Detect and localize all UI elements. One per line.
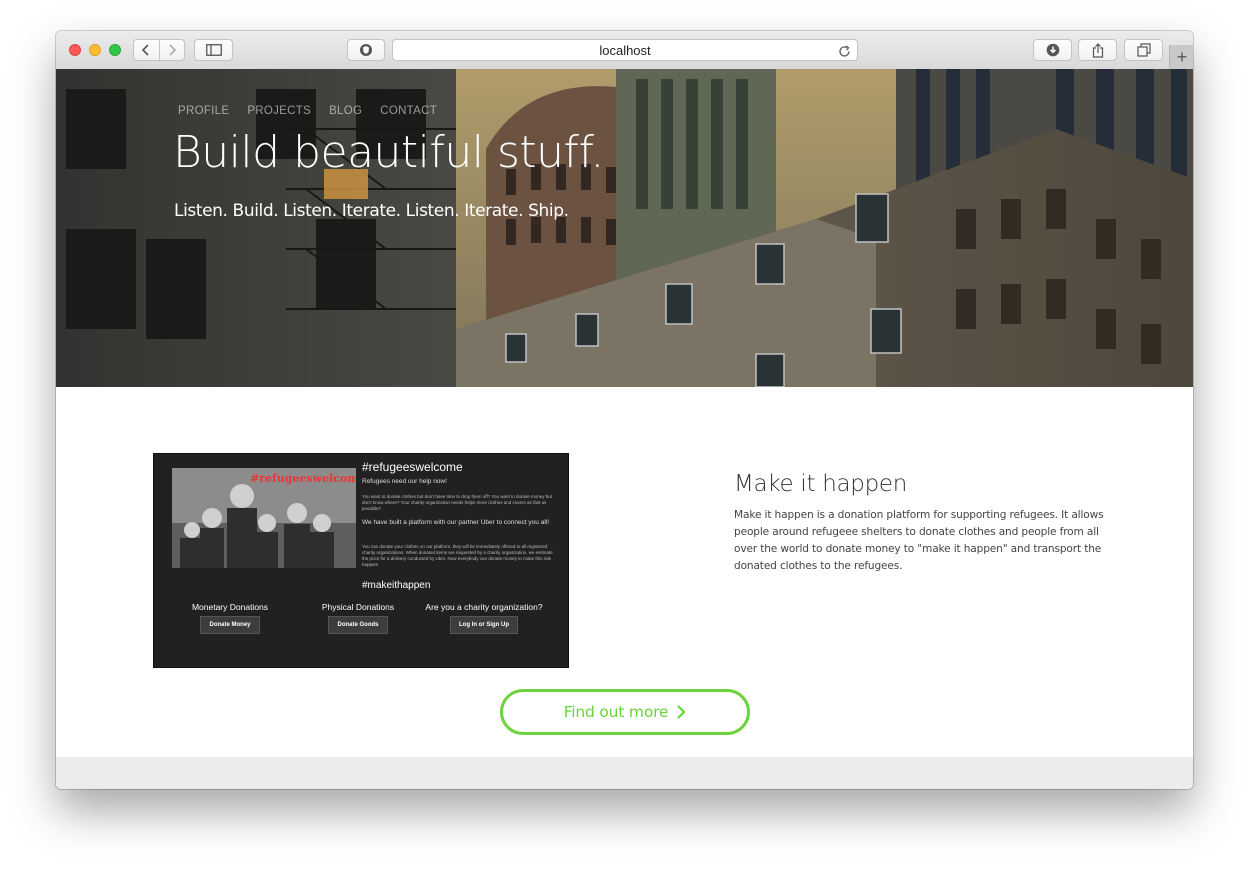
hero-title: Build beautiful stuff.	[173, 127, 604, 178]
sidebar-toggle-button[interactable]	[194, 39, 233, 61]
preview-heading: #refugeeswelcome	[362, 460, 463, 474]
preview-paragraph-3: You can donate your clothes on our platf…	[362, 544, 553, 567]
close-window-button[interactable]	[69, 44, 81, 56]
url-text: localhost	[599, 43, 651, 58]
project-title: Make it happen	[734, 471, 908, 497]
chevron-left-icon	[142, 44, 149, 56]
chevron-right-icon	[676, 704, 686, 720]
zoom-window-button[interactable]	[109, 44, 121, 56]
nav-item-projects[interactable]: PROJECTS	[247, 105, 311, 117]
privacy-shield-button[interactable]	[347, 39, 385, 61]
preview-charity-column: Are you a charity organization? Log In o…	[422, 602, 546, 634]
login-signup-button: Log In or Sign Up	[450, 616, 518, 634]
charity-label: Are you a charity organization?	[425, 602, 543, 612]
show-tabs-button[interactable]	[1124, 39, 1163, 61]
downloads-button[interactable]	[1033, 39, 1072, 61]
preview-hashtag: #makeithappen	[362, 580, 431, 591]
project-description: Make it happen is a donation platform fo…	[734, 509, 1104, 572]
nav-item-profile[interactable]: PROFILE	[178, 105, 229, 117]
history-navigation	[133, 39, 185, 61]
site-nav: PROFILE PROJECTS BLOG CONTACT	[178, 105, 455, 117]
nav-item-contact[interactable]: CONTACT	[380, 105, 437, 117]
reload-button[interactable]	[838, 43, 851, 62]
browser-toolbar: localhost +	[56, 31, 1193, 70]
hero-subtitle: Listen. Build. Listen. Iterate. Listen. …	[174, 201, 569, 221]
new-tab-button[interactable]: +	[1169, 45, 1193, 69]
nav-item-blog[interactable]: BLOG	[329, 105, 362, 117]
refugees-photo: #refugeeswelcome	[172, 468, 356, 568]
donate-goods-button: Donate Goods	[328, 616, 388, 634]
preview-tagline: Refugees need our help now!	[362, 478, 447, 485]
shield-icon	[360, 44, 372, 56]
back-button[interactable]	[134, 40, 159, 60]
hero-section: PROFILE PROJECTS BLOG CONTACT Build beau…	[56, 69, 1193, 387]
preview-paragraph-1: You want to donate clothes but don't hav…	[362, 494, 552, 511]
project-preview-image: #refugeeswelcome #refugeeswelcome Refuge…	[153, 453, 569, 668]
find-out-more-label: Find out more	[563, 703, 669, 721]
share-button[interactable]	[1078, 39, 1117, 61]
forward-button[interactable]	[158, 40, 185, 60]
monetary-label: Monetary Donations	[191, 602, 269, 612]
find-out-more-button[interactable]: Find out more	[500, 689, 750, 735]
browser-window: localhost + PROFILE PROJECTS BLOG CONTAC…	[56, 31, 1193, 789]
page-footer	[56, 757, 1193, 789]
physical-label: Physical Donations	[321, 602, 395, 612]
sidebar-icon	[205, 44, 222, 56]
reload-icon	[839, 45, 850, 57]
preview-monetary-column: Monetary Donations Donate Money	[190, 602, 270, 634]
preview-physical-column: Physical Donations Donate Goods	[318, 602, 398, 634]
donate-money-button: Donate Money	[200, 616, 260, 634]
tabs-icon	[1136, 43, 1151, 57]
chevron-right-icon	[169, 44, 176, 56]
minimize-window-button[interactable]	[89, 44, 101, 56]
share-icon	[1092, 42, 1103, 58]
project-section: #refugeeswelcome #refugeeswelcome Refuge…	[56, 387, 1193, 757]
preview-paragraph-2: We have built a platform with our partne…	[362, 519, 550, 526]
download-icon	[1046, 43, 1059, 57]
address-bar[interactable]: localhost	[392, 39, 858, 61]
photo-stamp: #refugeeswelcome	[250, 472, 356, 485]
